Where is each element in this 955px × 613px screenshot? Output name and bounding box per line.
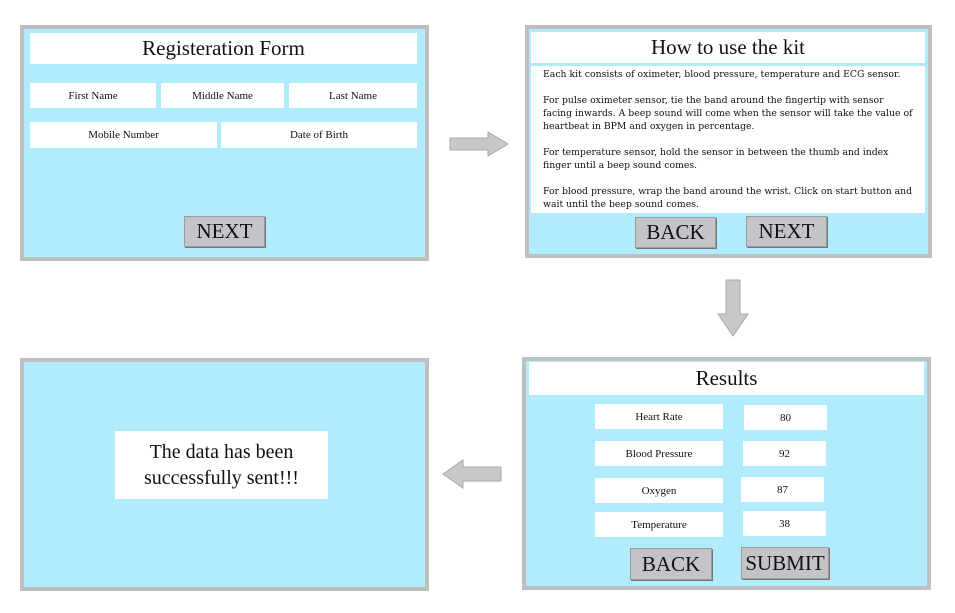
registration-next-button[interactable]: NEXT [184,216,265,247]
instructions-text: Each kit consists of oximeter, blood pre… [531,66,925,213]
results-back-button[interactable]: BACK [630,548,712,580]
results-title: Results [529,362,924,395]
success-message: The data has been successfully sent!!! [115,431,328,499]
instruction-paragraph: For blood pressure, wrap the band around… [543,186,913,210]
arrow-left-icon [442,459,502,489]
blood-pressure-label: Blood Pressure [595,441,723,466]
arrow-right-icon [449,131,509,157]
first-name-field[interactable]: First Name [30,83,156,108]
instruction-paragraph: Each kit consists of oximeter, blood pre… [543,69,901,80]
instructions-back-button[interactable]: BACK [635,217,716,248]
submit-button[interactable]: SUBMIT [741,547,829,579]
middle-name-field[interactable]: Middle Name [161,83,284,108]
oxygen-label: Oxygen [595,478,723,503]
instructions-title: How to use the kit [531,32,925,63]
blood-pressure-value: 92 [743,441,826,466]
instruction-paragraph: For pulse oximeter sensor, tie the band … [543,95,913,132]
mobile-number-field[interactable]: Mobile Number [30,122,217,148]
arrow-down-icon [717,279,749,337]
temperature-label: Temperature [595,512,723,537]
instructions-next-button[interactable]: NEXT [746,216,827,247]
heart-rate-value: 80 [744,405,827,430]
instruction-paragraph: For temperature sensor, hold the sensor … [543,147,889,171]
registration-title: Registeration Form [30,33,417,64]
last-name-field[interactable]: Last Name [289,83,417,108]
heart-rate-label: Heart Rate [595,404,723,429]
oxygen-value: 87 [741,477,824,502]
date-of-birth-field[interactable]: Date of Birth [221,122,417,148]
temperature-value: 38 [743,511,826,536]
